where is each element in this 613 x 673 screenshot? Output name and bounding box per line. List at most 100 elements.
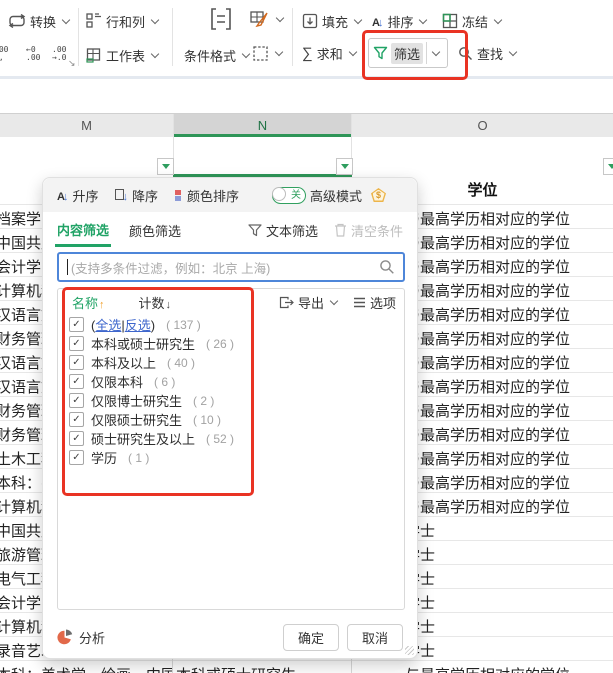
- filter-search-input[interactable]: (支持多条件过滤，例如：北京 上海): [57, 252, 405, 282]
- export-button[interactable]: 导出: [279, 293, 339, 312]
- checkbox-checked-icon[interactable]: ✓: [69, 431, 84, 446]
- filter-list-item[interactable]: ✓ 本科及以上 ( 40 ): [58, 353, 404, 372]
- checkbox-checked-icon[interactable]: ✓: [69, 374, 84, 389]
- search-icon[interactable]: [379, 259, 395, 275]
- o-cell-text: 与最高学历相对应的学位: [405, 283, 571, 300]
- chevron-down-icon[interactable]: [431, 47, 441, 56]
- thousands-format-icon[interactable]: 000 ,: [0, 46, 8, 62]
- borders-button[interactable]: [252, 42, 284, 64]
- checkbox-checked-icon[interactable]: ✓: [69, 393, 84, 408]
- fill-button[interactable]: 填充: [302, 10, 363, 32]
- filter-list-item[interactable]: ✓ 本科或硕士研究生 ( 26 ): [58, 334, 404, 353]
- column-header-m[interactable]: M: [0, 114, 173, 137]
- name-sort-header[interactable]: 名称↑: [72, 293, 105, 312]
- conditional-format-button[interactable]: 条件格式: [184, 44, 251, 66]
- o-cell-text: 与最高学历相对应的学位: [405, 259, 571, 276]
- filter-list-item-select-all[interactable]: ✓ (全选|反选) ( 137 ): [58, 315, 404, 334]
- advanced-mode-toggle[interactable]: 关 高级模式 $: [271, 186, 386, 205]
- item-count: ( 6 ): [154, 374, 176, 389]
- column-header-n[interactable]: N: [173, 114, 352, 137]
- dialog-launcher-icon[interactable]: ↘: [68, 58, 76, 69]
- item-label: 仅限博士研究生: [91, 394, 183, 409]
- find-button[interactable]: 查找: [458, 42, 518, 64]
- sort-az-icon: A↓: [372, 16, 384, 29]
- sort-button[interactable]: A↓ 排序: [372, 10, 428, 32]
- decrease-decimal-icon[interactable]: ←0 .00: [26, 46, 40, 62]
- filter-list-item[interactable]: ✓ 仅限本科 ( 6 ): [58, 372, 404, 391]
- freeze-panes-icon: [442, 13, 458, 29]
- text-filter-funnel-icon: [248, 223, 262, 237]
- merge-cells-icon[interactable]: [208, 6, 234, 32]
- ok-button[interactable]: 确定: [282, 623, 339, 651]
- tab-color-filter[interactable]: 颜色筛选: [129, 221, 181, 240]
- freeze-button[interactable]: 冻结: [442, 10, 503, 32]
- rows-cols-icon: [86, 13, 102, 29]
- sort-desc-label: 降序: [131, 188, 158, 204]
- checkbox-checked-icon[interactable]: ✓: [69, 336, 84, 351]
- increase-decimal-icon[interactable]: .00 →.0: [52, 46, 66, 62]
- checkbox-checked-icon[interactable]: ✓: [69, 450, 84, 465]
- options-button[interactable]: 选项: [353, 293, 396, 312]
- item-count: ( 10 ): [193, 412, 222, 427]
- item-label: 仅限本科: [91, 375, 144, 390]
- filter-list-item[interactable]: ✓ 仅限硕士研究生 ( 10 ): [58, 410, 404, 429]
- convert-label: 转换: [30, 14, 57, 30]
- select-all-invert: (全选|反选): [91, 318, 156, 333]
- text-filter-label: 文本筛选: [265, 223, 318, 239]
- advanced-mode-label: 高级模式: [309, 188, 362, 204]
- chevron-down-icon: [493, 15, 503, 24]
- color-sort-icon: [174, 189, 181, 201]
- item-label: 本科及以上: [91, 356, 157, 371]
- panel-resize-handle[interactable]: [405, 646, 414, 655]
- item-count: ( 40 ): [167, 355, 196, 370]
- cancel-button[interactable]: 取消: [346, 623, 403, 651]
- filter-list-item[interactable]: ✓ 硕士研究生及以上 ( 52 ): [58, 429, 404, 448]
- color-sort-button[interactable]: 颜色排序: [174, 186, 239, 205]
- sheet-bottom-row: 本科：美术学、绘画、中国画、研究 本科或硕士研究生 与最高学历相对应的学位: [0, 661, 613, 673]
- selected-cell-row[interactable]: [0, 137, 613, 177]
- toggle-off-icon[interactable]: 关: [271, 186, 306, 204]
- convert-button[interactable]: 转换: [8, 10, 71, 32]
- sort-asc-icon: A↓: [57, 190, 69, 203]
- panel-tabs: 内容筛选 颜色筛选 文本筛选 清空条件: [43, 212, 417, 248]
- sum-sigma-icon: ∑: [302, 44, 313, 62]
- checkbox-checked-icon[interactable]: ✓: [69, 412, 84, 427]
- invert-link[interactable]: 反选: [125, 318, 151, 333]
- sum-button[interactable]: ∑ 求和: [302, 42, 357, 64]
- checkbox-checked-icon[interactable]: ✓: [69, 317, 84, 332]
- clear-conditions-button[interactable]: 清空条件: [334, 221, 403, 240]
- count-sort-header[interactable]: 计数↓: [139, 293, 172, 312]
- toolbar-separator: [172, 8, 173, 66]
- table-style-button[interactable]: [250, 8, 285, 30]
- fill-icon: [302, 13, 318, 29]
- autofilter-dropdown-n[interactable]: [336, 158, 353, 175]
- m-cell-text: 本科：(: [0, 475, 46, 492]
- rows-cols-button[interactable]: 行和列: [86, 10, 160, 32]
- options-label: 选项: [369, 295, 396, 311]
- filter-list-item[interactable]: ✓ 学历 ( 1 ): [58, 448, 404, 467]
- autofilter-dropdown-o[interactable]: [603, 158, 613, 175]
- borders-icon: [252, 45, 269, 62]
- item-label: 硕士研究生及以上: [91, 432, 196, 447]
- options-menu-icon: [353, 297, 366, 308]
- tab-content-filter[interactable]: 内容筛选: [54, 220, 112, 247]
- filter-arrow-icon: [607, 164, 613, 169]
- select-all-link[interactable]: 全选: [95, 318, 121, 333]
- sort-asc-label: 升序: [72, 188, 99, 204]
- column-header-o[interactable]: O: [352, 114, 613, 137]
- analyze-button[interactable]: 分析: [57, 628, 105, 647]
- checkbox-checked-icon[interactable]: ✓: [69, 355, 84, 370]
- o-cell-text: 与最高学历相对应的学位: [405, 235, 571, 252]
- toggle-knob: [271, 186, 286, 201]
- autofilter-dropdown-m[interactable]: [157, 158, 174, 175]
- filter-button[interactable]: 筛选: [368, 38, 448, 68]
- search-placeholder: (支持多条件过滤，例如：北京 上海): [71, 261, 271, 276]
- text-filter-button[interactable]: 文本筛选: [248, 221, 318, 240]
- o-cell-text: 与最高学历相对应的学位: [405, 427, 571, 444]
- filter-list-item[interactable]: ✓ 仅限博士研究生 ( 2 ): [58, 391, 404, 410]
- o-cell-text: 与最高学历相对应的学位: [405, 664, 570, 673]
- sort-ascending-button[interactable]: A↓ 升序: [57, 186, 98, 205]
- worksheet-button[interactable]: 工作表: [86, 44, 160, 66]
- sort-descending-button[interactable]: ↓ 降序: [115, 186, 158, 205]
- item-label: 仅限硕士研究生: [91, 413, 183, 428]
